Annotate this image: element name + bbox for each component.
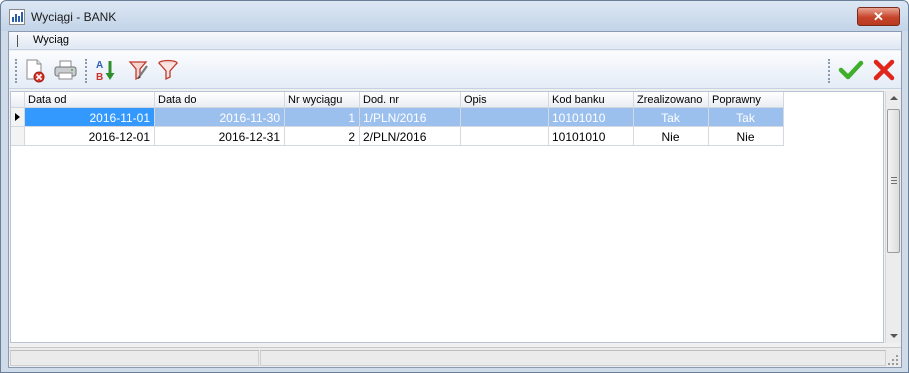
- status-pane-2: [260, 350, 886, 366]
- column-header-zrealizowano[interactable]: Zrealizowano: [634, 92, 709, 108]
- menu-bar: Wyciąg: [9, 32, 901, 50]
- cell-kod-banku[interactable]: 10101010: [549, 127, 634, 146]
- title-bar: Wyciągi - BANK ✕: [1, 1, 908, 31]
- toolbar-separator: [85, 59, 87, 83]
- delete-document-icon[interactable]: [22, 57, 46, 83]
- resize-grip-icon[interactable]: [887, 354, 899, 366]
- column-header-data-do[interactable]: Data do: [155, 92, 285, 108]
- print-icon[interactable]: [53, 57, 77, 83]
- cell-opis[interactable]: [461, 108, 549, 127]
- cell-data-od[interactable]: 2016-11-01: [25, 108, 155, 127]
- scroll-thumb[interactable]: [887, 109, 900, 253]
- cell-dod-nr[interactable]: 1/PLN/2016: [360, 108, 461, 127]
- table-row[interactable]: 2016-11-01 2016-11-30 1 1/PLN/2016 10101…: [11, 108, 784, 127]
- cell-kod-banku[interactable]: 10101010: [549, 108, 634, 127]
- column-header-kod-banku[interactable]: Kod banku: [549, 92, 634, 108]
- column-header-nr-wyciagu[interactable]: Nr wyciągu: [285, 92, 360, 108]
- row-indicator: [11, 108, 25, 127]
- vertical-scrollbar[interactable]: [885, 91, 901, 343]
- cell-zrealizowano[interactable]: Tak: [634, 108, 709, 127]
- close-button[interactable]: ✕: [857, 7, 900, 26]
- cell-data-od[interactable]: 2016-12-01: [25, 127, 155, 146]
- window-title: Wyciągi - BANK: [31, 10, 117, 24]
- column-header-data-od[interactable]: Data od: [25, 92, 155, 108]
- cell-data-do[interactable]: 2016-12-31: [155, 127, 285, 146]
- current-row-arrow-icon: [15, 113, 20, 121]
- scroll-up-arrow-icon[interactable]: [890, 96, 898, 100]
- confirm-check-icon[interactable]: [838, 57, 864, 83]
- cancel-x-icon[interactable]: [871, 57, 895, 83]
- client-area: Wyciąg A B Data od Data do Nr wyciągu Do…: [8, 31, 902, 368]
- toolbar-separator-right: [828, 59, 830, 83]
- column-header-opis[interactable]: Opis: [461, 92, 549, 108]
- filter-icon[interactable]: [156, 57, 180, 83]
- cell-poprawny[interactable]: Nie: [709, 127, 784, 146]
- grid-header: Data od Data do Nr wyciągu Dod. nr Opis …: [11, 92, 784, 108]
- column-header-dod-nr[interactable]: Dod. nr: [360, 92, 461, 108]
- toolbar-grip[interactable]: [15, 59, 17, 83]
- status-pane-1: [10, 350, 259, 366]
- status-bar: [9, 347, 901, 367]
- cell-zrealizowano[interactable]: Nie: [634, 127, 709, 146]
- cell-dod-nr[interactable]: 2/PLN/2016: [360, 127, 461, 146]
- cell-nr-wyciagu[interactable]: 1: [285, 108, 360, 127]
- header-indicator: [11, 92, 25, 108]
- sort-az-icon[interactable]: A B: [95, 57, 119, 83]
- cell-opis[interactable]: [461, 127, 549, 146]
- menu-grip: [17, 35, 18, 47]
- app-chart-icon: [9, 9, 25, 25]
- toolbar: A B: [9, 51, 901, 89]
- menu-item-wyciag[interactable]: Wyciąg: [33, 34, 69, 46]
- svg-text:B: B: [96, 72, 103, 83]
- scroll-down-arrow-icon[interactable]: [890, 334, 898, 338]
- filter-edit-icon[interactable]: [127, 57, 151, 83]
- window: Wyciągi - BANK ✕ Wyciąg A B Data od Data…: [0, 0, 909, 373]
- cell-poprawny[interactable]: Tak: [709, 108, 784, 127]
- column-header-poprawny[interactable]: Poprawny: [709, 92, 784, 108]
- cell-nr-wyciagu[interactable]: 2: [285, 127, 360, 146]
- svg-text:A: A: [96, 60, 103, 71]
- cell-data-do[interactable]: 2016-11-30: [155, 108, 285, 127]
- statements-grid[interactable]: Data od Data do Nr wyciągu Dod. nr Opis …: [10, 91, 884, 343]
- table-row[interactable]: 2016-12-01 2016-12-31 2 2/PLN/2016 10101…: [11, 127, 784, 146]
- row-indicator: [11, 127, 25, 146]
